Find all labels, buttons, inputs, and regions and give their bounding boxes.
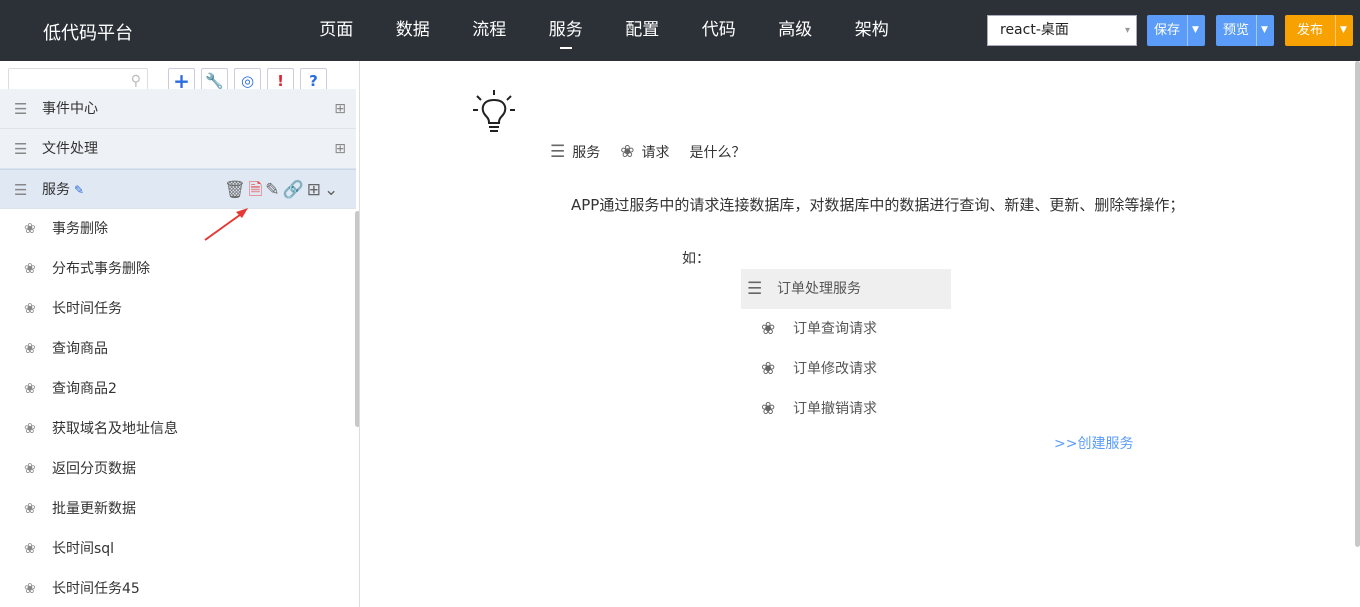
save-button[interactable]: 保存 ▼	[1147, 15, 1205, 46]
list-item[interactable]: ❀ 长时间任务45	[0, 569, 356, 607]
list-item[interactable]: ❀ 分布式事务删除	[0, 249, 356, 289]
pencil-icon[interactable]: ✎	[265, 170, 279, 210]
chevron-down-icon[interactable]: ⌄	[324, 170, 338, 210]
main-scrollbar[interactable]	[1355, 61, 1360, 547]
nav-architecture[interactable]: 架构	[834, 0, 911, 61]
nav-page[interactable]: 页面	[298, 0, 375, 61]
preview-label: 预览	[1223, 23, 1250, 38]
request-icon: ❀	[24, 301, 36, 317]
request-icon: ❀	[761, 399, 776, 419]
list-item[interactable]: ❀ 长时间任务	[0, 289, 356, 329]
platform-select[interactable]: react-桌面 ▾	[987, 15, 1137, 46]
example-service: ☰ 订单处理服务	[741, 269, 951, 309]
layers-icon: ☰	[550, 142, 566, 162]
request-icon: ❀	[24, 341, 36, 357]
list-item[interactable]: ❀ 事务删除	[0, 209, 356, 249]
layers-icon: ☰	[14, 181, 28, 199]
request-icon: ❀	[24, 421, 36, 437]
list-item[interactable]: ❀ 获取域名及地址信息	[0, 409, 356, 449]
list-item[interactable]: ❀ 长时间sql	[0, 529, 356, 569]
list-item[interactable]: ❀ 批量更新数据	[0, 489, 356, 529]
list-item[interactable]: ❀ 查询商品	[0, 329, 356, 369]
publish-button[interactable]: 发布 ▼	[1285, 15, 1353, 46]
caret-down-icon[interactable]: ▼	[1256, 15, 1272, 46]
tree-group-service[interactable]: ☰ 服务 ✎ 🗑 🗎 ✎ 🔗 ⊞ ⌄	[0, 169, 356, 209]
grid-icon[interactable]: ⊞	[334, 89, 346, 129]
link-icon[interactable]: 🔗	[283, 170, 304, 210]
service-description: APP通过服务中的请求连接数据库，对数据库中的数据进行查询、新建、更新、删除等操…	[571, 196, 1185, 214]
chevron-down-icon: ▾	[1124, 25, 1130, 36]
request-icon: ❀	[761, 359, 776, 379]
nav-advanced[interactable]: 高级	[757, 0, 834, 61]
request-icon: ❀	[761, 319, 776, 339]
intro-question: ☰ 服务 ❀ 请求 是什么？	[550, 142, 746, 162]
preview-button[interactable]: 预览 ▼	[1216, 15, 1274, 46]
layers-icon: ☰	[747, 279, 763, 299]
request-icon: ❀	[24, 541, 36, 557]
nav-config[interactable]: 配置	[604, 0, 681, 61]
request-icon: ❀	[24, 581, 36, 597]
sidebar: ⚲ + 🔧 ◎ ! ? ☰ 事件中心 ⊞ ☰ 文件处理 ⊞ ☰ 服务 ✎ 🗑 🗎 …	[0, 61, 360, 607]
tree-group-file[interactable]: ☰ 文件处理 ⊞	[0, 129, 356, 169]
grid-icon[interactable]: ⊞	[334, 129, 346, 169]
request-icon: ❀	[24, 461, 36, 477]
lightbulb-icon	[473, 90, 515, 132]
save-label: 保存	[1154, 23, 1181, 38]
table-add-icon[interactable]: ⊞	[307, 170, 321, 210]
list-item[interactable]: ❀ 返回分页数据	[0, 449, 356, 489]
nav-code[interactable]: 代码	[681, 0, 758, 61]
request-icon: ❀	[24, 501, 36, 517]
nav-data[interactable]: 数据	[375, 0, 452, 61]
caret-down-icon[interactable]: ▼	[1187, 15, 1203, 46]
tree-group-event-center[interactable]: ☰ 事件中心 ⊞	[0, 89, 356, 129]
sidebar-scrollbar[interactable]	[355, 211, 359, 427]
search-icon: ⚲	[130, 73, 141, 89]
request-icon: ❀	[24, 261, 36, 277]
request-icon: ❀	[24, 221, 36, 237]
nav-flow[interactable]: 流程	[451, 0, 528, 61]
annotation-arrow-icon	[204, 208, 248, 241]
pencil-icon[interactable]: ✎	[74, 183, 84, 197]
example-request: ❀ 订单查询请求	[741, 309, 951, 349]
layers-icon: ☰	[14, 140, 28, 158]
layers-icon: ☰	[14, 100, 28, 118]
request-icon: ❀	[24, 381, 36, 397]
top-header: 低代码平台 页面 数据 流程 服务 配置 代码 高级 架构 react-桌面 ▾…	[0, 0, 1360, 61]
platform-select-value: react-桌面	[1000, 22, 1069, 38]
example-request: ❀ 订单撤销请求	[741, 389, 951, 429]
app-logo: 低代码平台	[43, 23, 133, 44]
main-nav: 页面 数据 流程 服务 配置 代码 高级 架构	[298, 0, 910, 61]
request-icon: ❀	[620, 142, 635, 162]
caret-down-icon[interactable]: ▼	[1335, 15, 1351, 46]
nav-service[interactable]: 服务	[528, 0, 605, 61]
example-label: 如：	[682, 251, 710, 267]
list-item[interactable]: ❀ 查询商品2	[0, 369, 356, 409]
publish-label: 发布	[1297, 23, 1324, 38]
create-service-link[interactable]: >>创建服务	[1054, 433, 1133, 453]
example-request: ❀ 订单修改请求	[741, 349, 951, 389]
